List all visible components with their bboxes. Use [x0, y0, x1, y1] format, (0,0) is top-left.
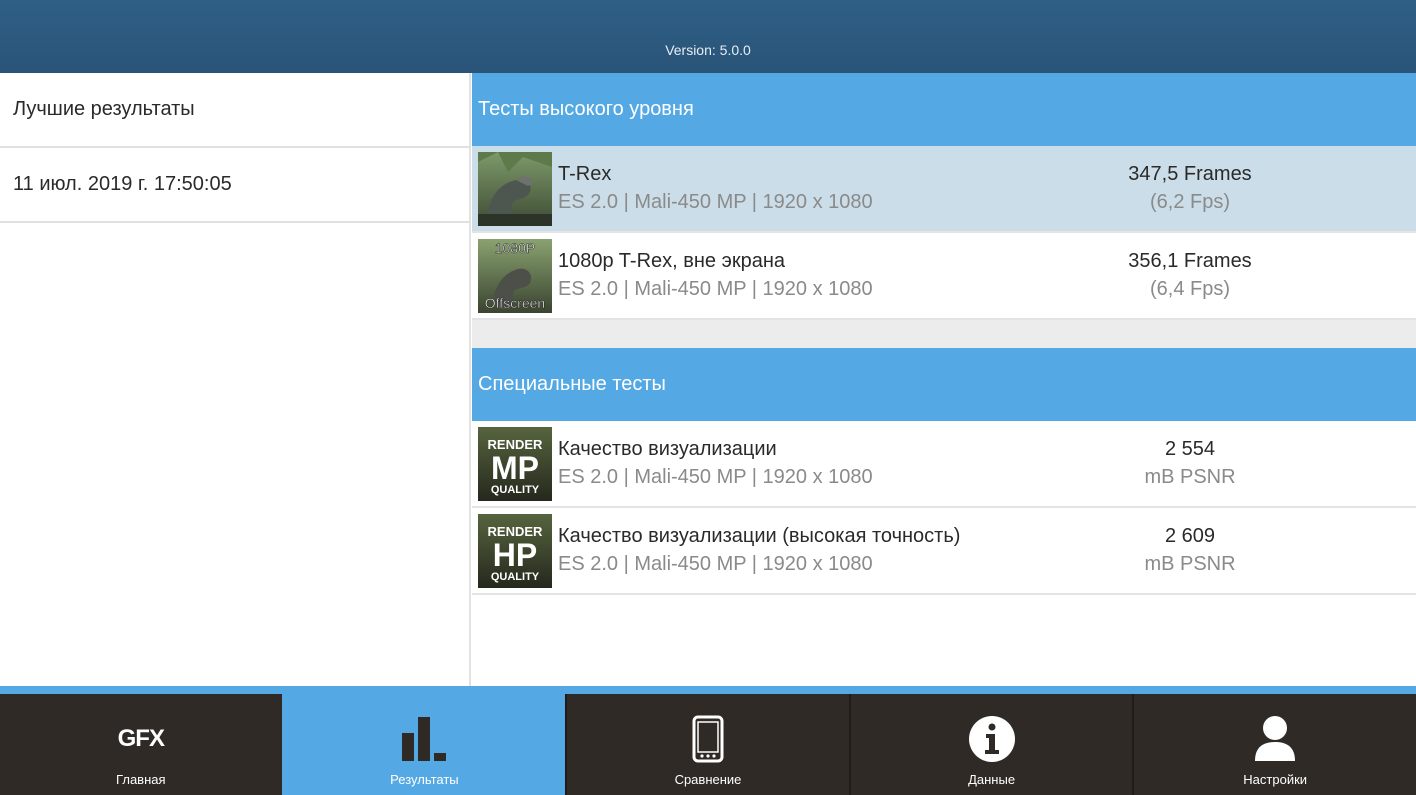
test-details: ES 2.0 | Mali-450 MP | 1920 x 1080 [558, 465, 873, 488]
nav-item-info[interactable]: Данные [848, 694, 1133, 795]
thumb-mid-text: HP [493, 537, 537, 573]
thumb-bottom-text: QUALITY [491, 484, 540, 496]
best-results-item[interactable]: Лучшие результаты [0, 73, 469, 148]
test-name: Качество визуализации [558, 437, 777, 460]
user-icon [1250, 714, 1300, 764]
nav-label: Сравнение [674, 772, 742, 787]
top-bar: Version: 5.0.0 [0, 0, 1416, 73]
trex-offscreen-thumbnail: 1080P Offscreen [478, 238, 552, 313]
score-value: 2 609 [1164, 524, 1216, 547]
test-details: ES 2.0 | Mali-450 MP | 1920 x 1080 [558, 190, 873, 213]
nav-item-compare[interactable]: Сравнение [565, 694, 849, 795]
score-value: 356,1 Frames [1128, 249, 1252, 272]
bottom-navigation: GFX Главная Результаты Сравнение Данные … [0, 694, 1416, 795]
bar-chart-icon [399, 714, 449, 764]
result-row-trex[interactable]: T-Rex ES 2.0 | Mali-450 MP | 1920 x 1080… [472, 146, 1416, 233]
left-panel: Лучшие результаты 11 июл. 2019 г. 17:50:… [0, 73, 471, 686]
score-unit: (6,2 Fps) [1149, 190, 1231, 213]
test-details: ES 2.0 | Mali-450 MP | 1920 x 1080 [558, 552, 873, 575]
test-name: 1080p T-Rex, вне экрана [558, 249, 785, 272]
nav-item-results[interactable]: Результаты [281, 694, 566, 795]
nav-label: Главная [116, 772, 166, 787]
thumb-bottom-text: Offscreen [485, 295, 545, 311]
score-unit: mB PSNR [1144, 465, 1236, 488]
nav-label: Результаты [390, 772, 459, 787]
result-row-render-quality-high[interactable]: RENDER HP QUALITY Качество визуализации … [472, 508, 1416, 595]
score-value: 347,5 Frames [1128, 162, 1252, 185]
nav-accent-strip [0, 686, 1416, 694]
section-header-special: Специальные тесты [472, 348, 1416, 421]
score-unit: (6,4 Fps) [1149, 277, 1231, 300]
nav-item-settings[interactable]: Настройки [1132, 694, 1416, 795]
trex-thumbnail [478, 151, 552, 226]
thumb-mid-text: MP [491, 450, 539, 486]
score-value: 2 554 [1164, 437, 1216, 460]
render-quality-mp-thumbnail: RENDER MP QUALITY [478, 426, 552, 501]
info-icon [967, 714, 1017, 764]
score-unit: mB PSNR [1144, 552, 1236, 575]
nav-item-home[interactable]: GFX Главная [0, 694, 282, 795]
result-date-item[interactable]: 11 июл. 2019 г. 17:50:05 [0, 148, 469, 223]
test-details: ES 2.0 | Mali-450 MP | 1920 x 1080 [558, 277, 873, 300]
render-quality-hp-thumbnail: RENDER HP QUALITY [478, 513, 552, 588]
results-panel: Тесты высокого уровня T-Rex ES 2.0 | Mal… [472, 73, 1416, 686]
test-name: T-Rex [558, 162, 612, 185]
result-row-render-quality[interactable]: RENDER MP QUALITY Качество визуализации … [472, 421, 1416, 508]
thumb-top-text: 1080P [495, 240, 535, 256]
nav-label: Настройки [1243, 772, 1308, 787]
gfx-logo-icon: GFX [117, 725, 165, 752]
thumb-bottom-text: QUALITY [491, 571, 540, 583]
test-name: Качество визуализации (высокая точность) [558, 524, 961, 547]
section-header-high-level: Тесты высокого уровня [472, 73, 1416, 146]
phone-icon [683, 714, 733, 764]
nav-label: Данные [968, 772, 1016, 787]
version-label: Version: 5.0.0 [665, 42, 751, 58]
section-divider [472, 320, 1416, 348]
result-row-trex-offscreen[interactable]: 1080P Offscreen 1080p T-Rex, вне экрана … [472, 233, 1416, 320]
